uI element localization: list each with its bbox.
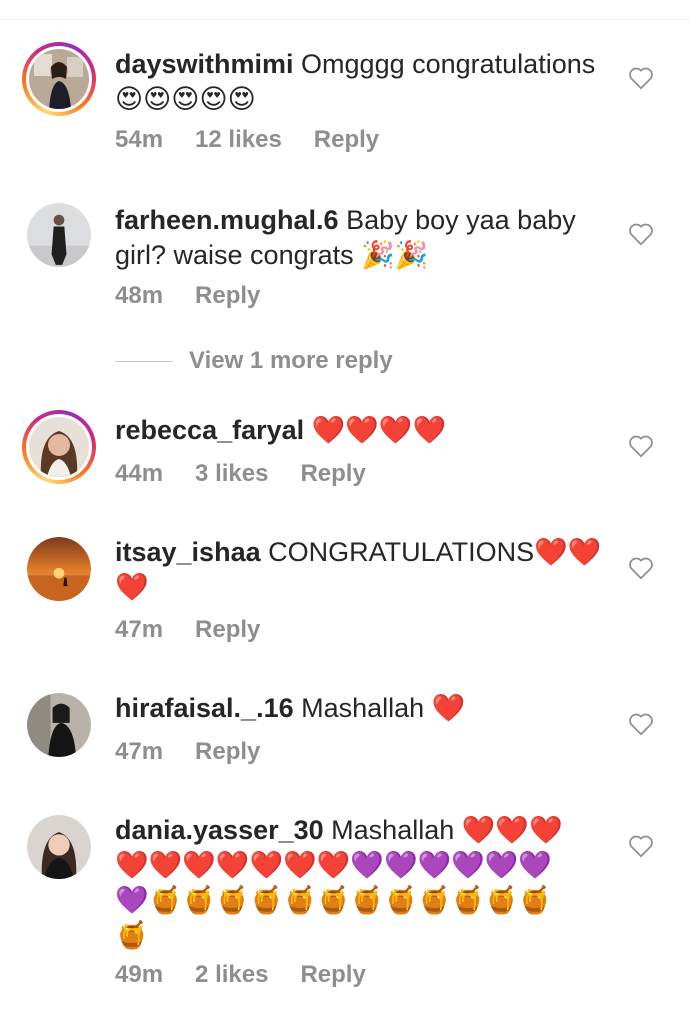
- timestamp: 48m: [115, 282, 164, 309]
- avatar[interactable]: [22, 410, 96, 484]
- reply-button[interactable]: Reply: [314, 126, 379, 153]
- username[interactable]: dania.yasser_30: [115, 815, 324, 845]
- comment-meta: 49m 2 likes Reply: [115, 961, 398, 989]
- username[interactable]: hirafaisal._.16: [115, 693, 294, 723]
- avatar[interactable]: [27, 693, 91, 757]
- profile-photo-woman-standing-icon: [27, 203, 91, 267]
- timestamp: 49m: [115, 961, 164, 988]
- top-divider: [0, 19, 690, 20]
- emoji-string: ❤️❤️❤️❤️: [311, 415, 447, 446]
- emoji-string: ❤️: [431, 693, 466, 724]
- reply-button[interactable]: Reply: [195, 616, 260, 643]
- comment-meta: 47m Reply: [115, 616, 292, 644]
- comment-text: Mashallah: [293, 693, 432, 723]
- profile-photo-woman-smiling-icon: [29, 417, 89, 477]
- username[interactable]: itsay_ishaa: [115, 537, 261, 567]
- heart-outline-icon[interactable]: [628, 222, 654, 246]
- username[interactable]: farheen.mughal.6: [115, 205, 339, 235]
- heart-outline-icon[interactable]: [628, 712, 654, 736]
- reply-thread-line: [115, 360, 173, 362]
- like-count[interactable]: 3 likes: [195, 460, 268, 487]
- comment-meta: 54m 12 likes Reply: [115, 126, 411, 154]
- profile-photo-sunset-beach-icon: [27, 537, 91, 601]
- avatar[interactable]: [27, 203, 91, 267]
- heart-outline-icon[interactable]: [628, 556, 654, 580]
- like-count[interactable]: 2 likes: [195, 961, 268, 988]
- timestamp: 44m: [115, 460, 164, 487]
- reply-button[interactable]: Reply: [300, 460, 365, 487]
- reply-button[interactable]: Reply: [195, 738, 260, 765]
- view-replies-label[interactable]: View 1 more reply: [189, 347, 393, 375]
- comment-text: CONGRATULATIONS: [260, 537, 535, 567]
- view-more-replies-button[interactable]: View 1 more reply: [115, 346, 393, 376]
- heart-outline-icon[interactable]: [628, 434, 654, 458]
- timestamp: 47m: [115, 616, 164, 643]
- comment-meta: 47m Reply: [115, 738, 292, 766]
- comment-meta: 48m Reply: [115, 282, 292, 310]
- username[interactable]: rebecca_faryal: [115, 415, 304, 445]
- reply-button[interactable]: Reply: [195, 282, 260, 309]
- avatar[interactable]: [22, 42, 96, 116]
- emoji-string: 🎉🎉: [361, 240, 429, 271]
- heart-outline-icon[interactable]: [628, 834, 654, 858]
- reply-button[interactable]: Reply: [300, 961, 365, 988]
- username[interactable]: dayswithmimi: [115, 49, 294, 79]
- emoji-string: 😍😍😍😍😍: [115, 84, 256, 115]
- avatar[interactable]: [27, 815, 91, 879]
- avatar[interactable]: [27, 537, 91, 601]
- heart-outline-icon[interactable]: [628, 66, 654, 90]
- profile-photo-woman-portrait-icon: [27, 815, 91, 879]
- comment-text: Mashallah: [323, 815, 462, 845]
- like-count[interactable]: 12 likes: [195, 126, 282, 153]
- timestamp: 47m: [115, 738, 164, 765]
- timestamp: 54m: [115, 126, 164, 153]
- profile-photo-woman-violin-icon: [29, 49, 89, 109]
- comment-text: [304, 415, 312, 445]
- profile-photo-woman-sitting-icon: [27, 693, 91, 757]
- comment-text: Omgggg congratulations: [293, 49, 596, 79]
- comment-meta: 44m 3 likes Reply: [115, 460, 398, 488]
